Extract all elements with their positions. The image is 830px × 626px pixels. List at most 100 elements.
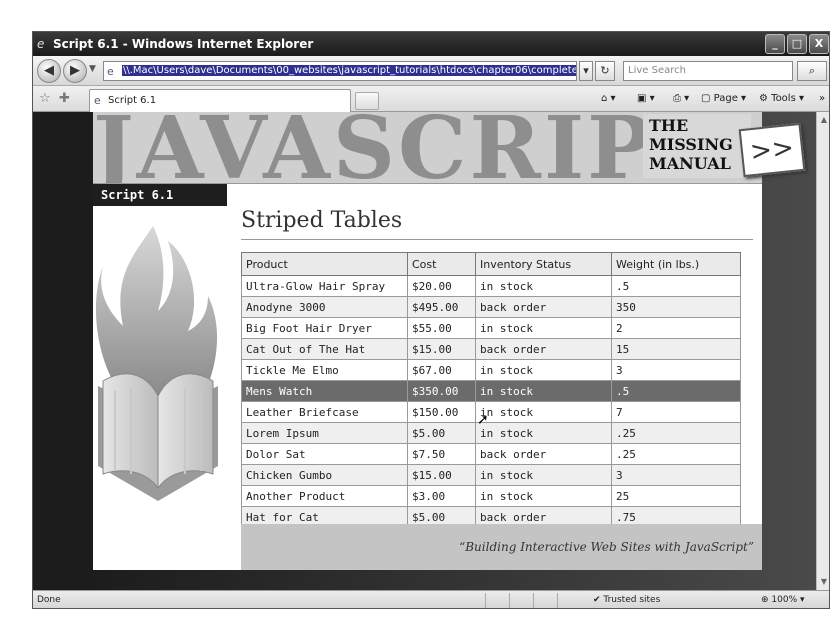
- cell-product: Anodyne 3000: [241, 296, 408, 318]
- table-row[interactable]: Chicken Gumbo $15.00 in stock 3: [241, 464, 741, 486]
- refresh-button[interactable]: ↻: [595, 61, 615, 81]
- scroll-up-icon[interactable]: ▲: [818, 114, 829, 126]
- cell-weight: .5: [611, 275, 741, 297]
- status-divider: [533, 593, 534, 608]
- page-title: Striped Tables: [241, 204, 753, 240]
- vertical-scrollbar[interactable]: ▲ ▼: [816, 112, 829, 590]
- table-row[interactable]: Ultra-Glow Hair Spray $20.00 in stock .5: [241, 275, 741, 297]
- cell-weight: 15: [611, 338, 741, 360]
- cell-weight: 25: [611, 485, 741, 507]
- page-menu-label: Page: [713, 93, 738, 104]
- cell-inventory-status: in stock: [475, 401, 612, 423]
- window-title: Script 6.1 - Windows Internet Explorer: [53, 37, 314, 51]
- zoom-level: 100%: [771, 595, 798, 605]
- cell-inventory-status: in stock: [475, 464, 612, 486]
- cell-product: Dolor Sat: [241, 443, 408, 465]
- print-icon[interactable]: ⎙ ▾: [673, 92, 689, 106]
- cell-weight: .5: [611, 380, 741, 402]
- table-row[interactable]: Another Product $3.00 in stock 25: [241, 485, 741, 507]
- cell-product: Ultra-Glow Hair Spray: [241, 275, 408, 297]
- window-controls: _ □ X: [765, 34, 829, 54]
- cell-inventory-status: back order: [475, 296, 612, 318]
- minimize-button[interactable]: _: [765, 34, 785, 54]
- next-arrow-button[interactable]: >>: [738, 122, 806, 178]
- favorites-star-icon[interactable]: ☆: [39, 91, 51, 106]
- forward-button[interactable]: ▶: [63, 59, 87, 83]
- cell-cost: $150.00: [407, 401, 476, 423]
- table-row[interactable]: Lorem Ipsum $5.00 in stock .25: [241, 422, 741, 444]
- address-dropdown-button[interactable]: ▾: [579, 61, 593, 81]
- cell-cost: $5.00: [407, 422, 476, 444]
- new-tab-button[interactable]: [355, 92, 379, 110]
- cell-product: Cat Out of The Hat: [241, 338, 408, 360]
- cell-cost: $15.00: [407, 464, 476, 486]
- cell-inventory-status: in stock: [475, 359, 612, 381]
- feeds-icon[interactable]: ▣ ▾: [637, 92, 655, 106]
- cell-cost: $7.50: [407, 443, 476, 465]
- ie-logo-icon: e: [37, 37, 45, 51]
- missing-manual-logo: THE MISSING MANUAL: [649, 116, 733, 173]
- search-input[interactable]: Live Search: [623, 61, 793, 81]
- cell-inventory-status: in stock: [475, 422, 612, 444]
- scroll-down-icon[interactable]: ▼: [818, 576, 829, 588]
- cell-product: Tickle Me Elmo: [241, 359, 408, 381]
- striped-table: Product Cost Inventory Status Weight (in…: [241, 252, 741, 528]
- column-header-weight: Weight (in lbs.): [611, 252, 741, 276]
- cell-product: Big Foot Hair Dryer: [241, 317, 408, 339]
- page-menu[interactable]: ▢ Page ▾: [701, 92, 746, 106]
- security-zone[interactable]: ✔ Trusted sites: [593, 591, 661, 608]
- table-row[interactable]: Anodyne 3000 $495.00 back order 350: [241, 296, 741, 318]
- cell-cost: $67.00: [407, 359, 476, 381]
- cell-weight: 3: [611, 464, 741, 486]
- maximize-button[interactable]: □: [787, 34, 807, 54]
- back-button[interactable]: ◀: [37, 59, 61, 83]
- cell-inventory-status: in stock: [475, 275, 612, 297]
- recent-pages-dropdown-icon[interactable]: ▼: [89, 64, 96, 74]
- tab-page-icon: e: [94, 94, 101, 107]
- cell-inventory-status: back order: [475, 443, 612, 465]
- status-divider: [485, 593, 486, 608]
- page-icon: e: [107, 65, 114, 78]
- table-row[interactable]: Mens Watch $350.00 in stock .5: [241, 380, 741, 402]
- cell-inventory-status: in stock: [475, 317, 612, 339]
- table-row[interactable]: Leather Briefcase $150.00 in stock 7: [241, 401, 741, 423]
- security-zone-label: Trusted sites: [603, 595, 661, 605]
- cell-inventory-status: in stock: [475, 380, 612, 402]
- web-page: JAVASCRIPT THE MISSING MANUAL Script 6.1: [93, 112, 762, 570]
- table-row[interactable]: Big Foot Hair Dryer $55.00 in stock 2: [241, 317, 741, 339]
- sidebar-script-label: Script 6.1: [93, 184, 227, 206]
- cell-product: Another Product: [241, 485, 408, 507]
- cell-weight: 7: [611, 401, 741, 423]
- search-button[interactable]: ⌕: [797, 61, 827, 81]
- cell-cost: $350.00: [407, 380, 476, 402]
- cell-cost: $495.00: [407, 296, 476, 318]
- close-button[interactable]: X: [809, 34, 829, 54]
- column-header-product: Product: [241, 252, 408, 276]
- cell-weight: 350: [611, 296, 741, 318]
- status-text: Done: [37, 595, 61, 605]
- javascript-banner-text: JAVASCRIPT: [93, 112, 722, 184]
- table-header-row: Product Cost Inventory Status Weight (in…: [241, 252, 741, 276]
- cell-cost: $15.00: [407, 338, 476, 360]
- table-row[interactable]: Dolor Sat $7.50 back order .25: [241, 443, 741, 465]
- address-toolbar: ◀ ▶ ▼ e \\.Mac\Users\dave\Documents\00_w…: [33, 56, 829, 86]
- tab-script-6-1[interactable]: e Script 6.1: [89, 89, 351, 112]
- logo-line-manual: MANUAL: [649, 154, 731, 173]
- add-favorites-icon[interactable]: ✚: [59, 91, 70, 106]
- zoom-control[interactable]: ⊕ 100% ▾: [761, 591, 805, 608]
- logo-line-the: THE: [649, 116, 689, 135]
- cell-inventory-status: back order: [475, 338, 612, 360]
- column-header-cost: Cost: [407, 252, 476, 276]
- cell-product: Lorem Ipsum: [241, 422, 408, 444]
- home-icon[interactable]: ⌂ ▾: [601, 92, 616, 106]
- tools-menu[interactable]: ⚙ Tools ▾: [759, 92, 804, 106]
- table-row[interactable]: Cat Out of The Hat $15.00 back order 15: [241, 338, 741, 360]
- more-commands-chevron[interactable]: »: [819, 92, 825, 106]
- address-field[interactable]: e \\.Mac\Users\dave\Documents\00_website…: [103, 61, 577, 81]
- status-divider: [509, 593, 510, 608]
- tools-menu-label: Tools: [771, 93, 796, 104]
- browser-window: e Script 6.1 - Windows Internet Explorer…: [32, 31, 830, 609]
- table-row[interactable]: Tickle Me Elmo $67.00 in stock 3: [241, 359, 741, 381]
- site-banner: JAVASCRIPT THE MISSING MANUAL: [93, 112, 762, 184]
- status-bar: Done ✔ Trusted sites ⊕ 100% ▾: [33, 590, 829, 608]
